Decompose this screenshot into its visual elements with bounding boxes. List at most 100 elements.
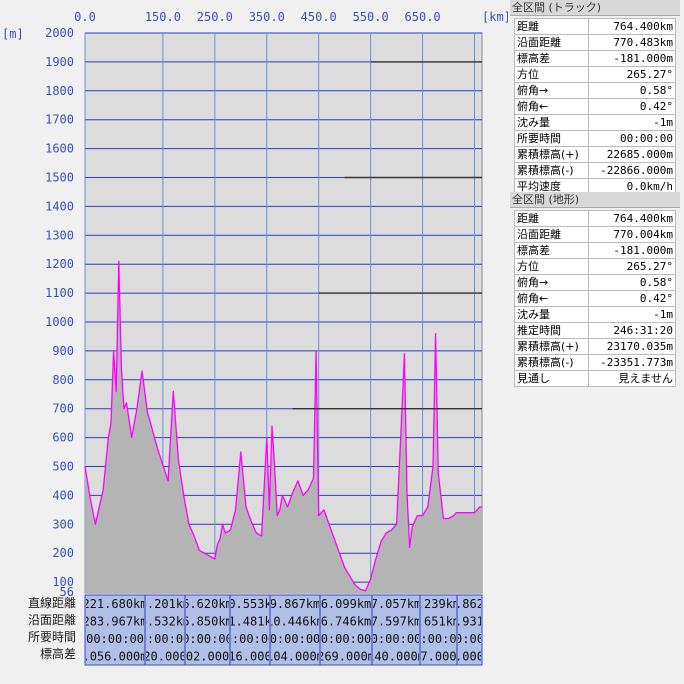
panel_track-row: 累積標高(+) 22685.000m (513, 146, 676, 163)
y-tick-label: 1700 (45, 113, 74, 127)
panel-terrain-table: 距離 764.400km 沿面距離 770.004km 標高差 -181.000m 方位 26… (513, 210, 676, 387)
panel_track-row: 沿面距離 770.483km (513, 34, 676, 51)
panel_terrain-row: 標高差 -181.000m (513, 242, 676, 259)
stat-value: 764.400km (588, 18, 676, 35)
row-label-surface-distance: 沿面距離 (27, 613, 76, 627)
x-tick-label: 650.0 (405, 10, 441, 24)
panel_terrain-row: 俯角→ 0.58° (513, 274, 676, 291)
segment-cell[interactable]: 0:00:00 (321, 632, 372, 646)
stat-label: 見通し (513, 370, 590, 387)
elevation-profile-chart[interactable]: 2000 1900 1800 1700 1600 1500 1400 1300 1200 1100… (0, 0, 508, 684)
segment-cell[interactable]: 0:00 (455, 632, 484, 646)
panel_track-row: 方位 265.27° (513, 66, 676, 83)
segment-cell[interactable]: 7.057km (371, 597, 422, 611)
segment-cell[interactable]: 140.000m (367, 650, 425, 664)
stat-label: 所要時間 (513, 130, 590, 147)
y-tick-label: 1100 (45, 286, 74, 300)
stat-value: 0.42° (588, 290, 676, 307)
row-label-straight-distance: 直線距離 (27, 596, 76, 610)
panel_terrain-row: 距離 764.400km (513, 210, 676, 227)
segment-cell[interactable]: .931 (455, 615, 484, 629)
panel-track-table: 距離 764.400km 沿面距離 770.483km 標高差 -181.000m 方位 26… (513, 18, 676, 195)
stat-label: 俯角← (513, 98, 590, 115)
stat-label: 方位 (513, 258, 590, 275)
stat-value: -181.000m (588, 50, 676, 67)
segment-cell[interactable]: .651km (417, 615, 460, 629)
x-tick-label: 450.0 (301, 10, 337, 24)
row-label-required-time: 所要時間 (27, 630, 76, 644)
segment-cell[interactable]: 283.967km (82, 615, 147, 629)
segment-cell[interactable]: 202.000m (179, 650, 237, 664)
y-tick-label: 2000 (45, 26, 74, 40)
x-tick-label: 250.0 (197, 10, 233, 24)
segment-cell[interactable]: 6.201km (140, 597, 191, 611)
segment-cell[interactable]: 9.867km (270, 597, 321, 611)
y-tick-label: 900 (52, 344, 74, 358)
segment-cell[interactable]: 269.000m (317, 650, 375, 664)
stat-value: 246:31:20 (588, 322, 676, 339)
segment-cell[interactable]: 00:00:00 (86, 632, 144, 646)
segment-cell[interactable]: 6.620km (182, 597, 233, 611)
panel_terrain-row: 俯角← 0.42° (513, 290, 676, 307)
y-tick-label: 700 (52, 402, 74, 416)
x-unit-label: [km] (482, 10, 508, 24)
panel_track-row: 標高差 -181.000m (513, 50, 676, 67)
stat-label: 俯角← (513, 290, 590, 307)
panel_track-row: 距離 764.400km (513, 18, 676, 35)
stat-label: 沈み量 (513, 306, 590, 323)
stat-label: 距離 (513, 18, 590, 35)
y-tick-label: 1600 (45, 142, 74, 156)
segment-cell[interactable]: 0:00:00 (182, 632, 233, 646)
panel_track-row: 所要時間 00:00:00 (513, 130, 676, 147)
stat-value: -1m (588, 114, 676, 131)
segment-cell[interactable]: .000 (455, 650, 484, 664)
stat-label: 沿面距離 (513, 226, 590, 243)
segment-cell[interactable]: 6.532km (140, 615, 191, 629)
segment-cell[interactable]: 104.000m (266, 650, 324, 664)
segment-cell[interactable]: 0:00:00 (270, 632, 321, 646)
segment-cell[interactable]: 221.680km (82, 597, 147, 611)
stat-value: 22685.000m (588, 146, 676, 163)
y-tick-label: 800 (52, 373, 74, 387)
stat-value: 0.58° (588, 274, 676, 291)
y-tick-label: 1300 (45, 228, 74, 242)
y-tick-label: 400 (52, 488, 74, 502)
stat-value: 770.004km (588, 226, 676, 243)
stat-label: 沿面距離 (513, 34, 590, 51)
y-tick-label: 1500 (45, 171, 74, 185)
stat-value: 265.27° (588, 258, 676, 275)
stat-value: 見えません (588, 370, 676, 387)
segment-cell[interactable]: .056.000m (82, 650, 147, 664)
segment-cell[interactable]: 6.850km (182, 615, 233, 629)
panel_terrain-row: 沿面距離 770.004km (513, 226, 676, 243)
segment-cell[interactable]: 0:00:00 (225, 632, 276, 646)
stat-label: 累積標高(+) (513, 146, 590, 163)
x-tick-label: 0.0 (74, 10, 96, 24)
stat-value: 0.58° (588, 82, 676, 99)
y-tick-label: 1000 (45, 315, 74, 329)
segment-cell[interactable]: 10.446km (266, 615, 324, 629)
segment-cell[interactable]: 7.597km (371, 615, 422, 629)
y-tick-label: 1900 (45, 55, 74, 69)
y-tick-label: 500 (52, 460, 74, 474)
y-tick-label: 200 (52, 546, 74, 560)
segment-cell[interactable]: 6.099km (321, 597, 372, 611)
stat-value: 764.400km (588, 210, 676, 227)
segment-cell[interactable]: 0:00:00 (140, 632, 191, 646)
stat-value: -1m (588, 306, 676, 323)
segment-cell[interactable]: .862 (455, 597, 484, 611)
y-unit-label: [m] (2, 27, 24, 41)
segment-cell[interactable]: 6.746km (321, 615, 372, 629)
stat-value: -23351.773m (588, 354, 676, 371)
stat-label: 累積標高(-) (513, 162, 590, 179)
panel_terrain-row: 累積標高(+) 23170.035m (513, 338, 676, 355)
segment-cell[interactable]: 0:00:00 (371, 632, 422, 646)
stat-value: 0.42° (588, 98, 676, 115)
stat-label: 累積標高(+) (513, 338, 590, 355)
stat-label: 距離 (513, 210, 590, 227)
x-tick-label: 350.0 (249, 10, 285, 24)
stat-label: 方位 (513, 66, 590, 83)
segment-cell[interactable]: .239km (417, 597, 460, 611)
stat-label: 推定時間 (513, 322, 590, 339)
panel_terrain-row: 累積標高(-) -23351.773m (513, 354, 676, 371)
